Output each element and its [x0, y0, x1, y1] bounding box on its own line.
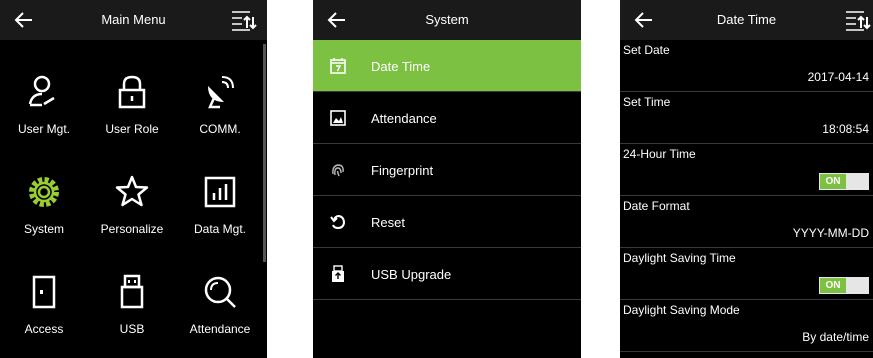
- usb-drive-icon: [120, 274, 144, 309]
- setting-label: 24-Hour Time: [623, 147, 696, 161]
- toggle-on-label: ON: [820, 278, 846, 293]
- star-icon: [115, 175, 149, 207]
- lock-icon: [118, 75, 146, 109]
- sort-menu-icon[interactable]: [230, 8, 258, 32]
- menu-item-label: User Mgt.: [17, 122, 70, 136]
- fingerprint-icon: [332, 164, 344, 177]
- list-item-label: Fingerprint: [371, 163, 434, 178]
- setting-value: By date/time: [802, 330, 869, 344]
- list-item-usb-upgrade[interactable]: USB Upgrade: [313, 248, 581, 300]
- menu-item-label: COMM.: [199, 122, 241, 136]
- setting-label: Date Format: [623, 199, 690, 213]
- menu-item-label: USB: [119, 322, 145, 336]
- list-item-label: Reset: [371, 215, 405, 230]
- bar-chart-icon: [204, 176, 236, 208]
- setting-24-hour-time[interactable]: 24-Hour Time ON: [620, 144, 873, 196]
- main-menu-screen: Main Menu User Mgt. User Role COMM. Syst…: [0, 0, 267, 358]
- setting-value: YYYY-MM-DD: [792, 226, 869, 240]
- menu-item-access[interactable]: Access: [0, 250, 88, 350]
- attendance-icon: [330, 110, 346, 126]
- menu-item-comm[interactable]: COMM.: [176, 50, 264, 150]
- sort-menu-icon[interactable]: [844, 8, 872, 32]
- setting-label: Set Time: [623, 95, 671, 109]
- satellite-dish-icon: [208, 76, 234, 109]
- menu-item-system[interactable]: System: [0, 150, 88, 250]
- list-item-reset[interactable]: Reset: [313, 196, 581, 248]
- menu-item-user-mgt[interactable]: User Mgt.: [0, 50, 88, 150]
- list-item-fingerprint[interactable]: Fingerprint: [313, 144, 581, 196]
- gear-icon: [29, 177, 59, 207]
- menu-item-attendance[interactable]: Attendance: [176, 250, 264, 350]
- menu-item-usb[interactable]: USB: [88, 250, 176, 350]
- setting-set-date[interactable]: Set Date 2017-04-14: [620, 40, 873, 92]
- page-title: Date Time: [716, 12, 777, 27]
- page-title: Main Menu: [101, 12, 166, 27]
- toggle-switch[interactable]: ON: [819, 277, 869, 294]
- menu-item-user-role[interactable]: User Role: [88, 50, 176, 150]
- menu-item-label: Attendance: [189, 322, 251, 336]
- date-time-screen: Date Time Set Date 2017-04-14 Set Time 1…: [620, 0, 873, 358]
- reset-icon: [330, 214, 346, 230]
- door-icon: [32, 275, 56, 309]
- setting-daylight-saving-mode[interactable]: Daylight Saving Mode By date/time: [620, 300, 873, 352]
- list-item-label: Attendance: [371, 111, 437, 126]
- magnifier-icon: [204, 276, 236, 308]
- main-menu-header: Main Menu: [0, 0, 267, 40]
- list-item-label: Date Time: [371, 59, 431, 74]
- setting-value: 2017-04-14: [807, 70, 869, 84]
- date-time-header: Date Time: [620, 0, 873, 40]
- menu-item-label: Data Mgt.: [193, 222, 247, 236]
- toggle-switch[interactable]: ON: [819, 173, 869, 190]
- setting-date-format[interactable]: Date Format YYYY-MM-DD: [620, 196, 873, 248]
- setting-daylight-saving-time[interactable]: Daylight Saving Time ON: [620, 248, 873, 300]
- usb-upgrade-icon: [332, 265, 344, 282]
- menu-item-label: System: [23, 222, 64, 236]
- setting-label: Daylight Saving Time: [623, 251, 736, 265]
- menu-item-label: Access: [24, 322, 64, 336]
- system-screen: System Date Time Attendance Fingerprint …: [313, 0, 581, 358]
- menu-item-label: User Role: [105, 122, 159, 136]
- scrollbar[interactable]: [263, 44, 266, 262]
- toggle-on-label: ON: [820, 174, 846, 189]
- menu-item-personalize[interactable]: Personalize: [88, 150, 176, 250]
- setting-label: Daylight Saving Mode: [623, 303, 740, 317]
- list-item-date-time[interactable]: Date Time: [313, 40, 581, 92]
- system-header: System: [313, 0, 581, 40]
- menu-item-data-mgt[interactable]: Data Mgt.: [176, 150, 264, 250]
- setting-set-time[interactable]: Set Time 18:08:54: [620, 92, 873, 144]
- menu-item-label: Personalize: [100, 222, 164, 236]
- page-title: System: [425, 12, 469, 27]
- list-item-attendance[interactable]: Attendance: [313, 92, 581, 144]
- setting-label: Set Date: [623, 43, 670, 57]
- list-item-label: USB Upgrade: [371, 267, 452, 282]
- setting-value: 18:08:54: [822, 122, 869, 136]
- user-mgt-icon: [28, 75, 55, 107]
- calendar-icon: [330, 58, 346, 74]
